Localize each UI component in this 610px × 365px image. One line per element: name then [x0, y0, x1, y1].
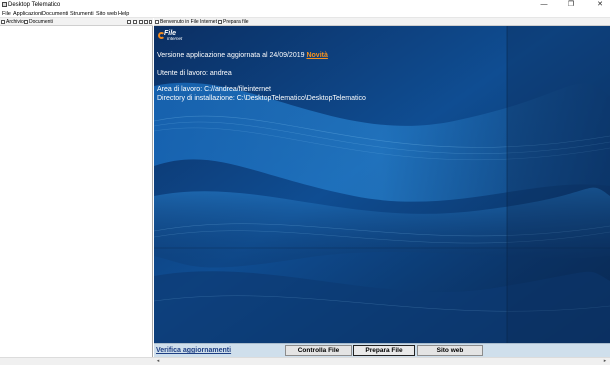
workspace-line: Area di lavoro: C://andrea/fileinternet [157, 86, 272, 93]
user-line: Utente di lavoro: andrea [157, 70, 232, 77]
left-panel: Archivio Documenti [0, 18, 153, 357]
menu-file[interactable]: File [2, 10, 11, 18]
version-text: Versione applicazione aggiornata al 24/0… [157, 52, 305, 59]
archive-icon [1, 20, 5, 24]
menu-applicazioni[interactable]: Applicazioni [13, 10, 42, 18]
minimize-button[interactable]: — [536, 0, 552, 10]
verifica-aggiornamenti-link[interactable]: Verifica aggiornamenti [156, 347, 231, 355]
menu-strumenti[interactable]: Strumenti [70, 10, 94, 18]
title-bar: Desktop Telematico — ❐ ✕ [0, 0, 610, 10]
novita-link[interactable]: Novità [306, 52, 327, 59]
tab-documenti[interactable]: Documenti [24, 18, 53, 26]
tab-benvenuto[interactable]: Benvenuto in File Internet [155, 18, 217, 26]
bottom-action-bar: Verifica aggiornamenti Controlla File Pr… [154, 343, 610, 357]
tab-prepara-file-label: Prepara file [223, 19, 249, 25]
maximize-button[interactable]: ❐ [563, 0, 579, 10]
horizontal-scrollbar[interactable]: ◂ ▸ [0, 357, 610, 365]
prepare-tab-icon [218, 20, 222, 24]
app-icon [2, 2, 7, 7]
menu-help[interactable]: Help [118, 10, 129, 18]
install-dir-line: Directory di installazione: C:\DesktopTe… [157, 95, 366, 102]
back-icon[interactable] [127, 20, 131, 24]
tab-archivio[interactable]: Archivio [1, 18, 24, 26]
tab-archivio-label: Archivio [6, 19, 24, 25]
controlla-file-button[interactable]: Controlla File [285, 345, 352, 356]
tab-documenti-label: Documenti [29, 19, 53, 25]
left-panel-tabs: Archivio Documenti [0, 18, 153, 26]
menu-documenti[interactable]: Documenti [42, 10, 68, 18]
documents-icon [24, 20, 28, 24]
welcome-content: File Internet Versione applicazione aggi… [154, 26, 610, 343]
close-button[interactable]: ✕ [592, 0, 608, 10]
right-panel-tabs: Benvenuto in File Internet Prepara file [154, 18, 610, 26]
file-internet-logo: File Internet [158, 30, 184, 43]
menu-sito-web[interactable]: Sito web [96, 10, 117, 18]
tab-prepara-file[interactable]: Prepara file [218, 18, 249, 26]
logo-word-internet: Internet [167, 36, 183, 41]
right-panel: Benvenuto in File Internet Prepara file [154, 18, 610, 357]
sito-web-button[interactable]: Sito web [417, 345, 483, 356]
menu-bar: File Applicazioni Documenti Strumenti Si… [0, 10, 610, 18]
scroll-left-icon[interactable]: ◂ [154, 358, 162, 365]
refresh-icon[interactable] [133, 20, 137, 24]
prepara-file-button[interactable]: Prepara File [353, 345, 415, 356]
scroll-right-icon[interactable]: ▸ [601, 358, 609, 365]
tree-icon[interactable] [144, 20, 148, 24]
tab-benvenuto-label: Benvenuto in File Internet [160, 19, 217, 25]
version-line: Versione applicazione aggiornata al 24/0… [157, 52, 328, 60]
welcome-tab-icon [155, 20, 159, 24]
window-title: Desktop Telematico [8, 2, 61, 8]
panel-menu-icon[interactable] [149, 20, 152, 24]
collapse-icon[interactable] [139, 20, 143, 24]
